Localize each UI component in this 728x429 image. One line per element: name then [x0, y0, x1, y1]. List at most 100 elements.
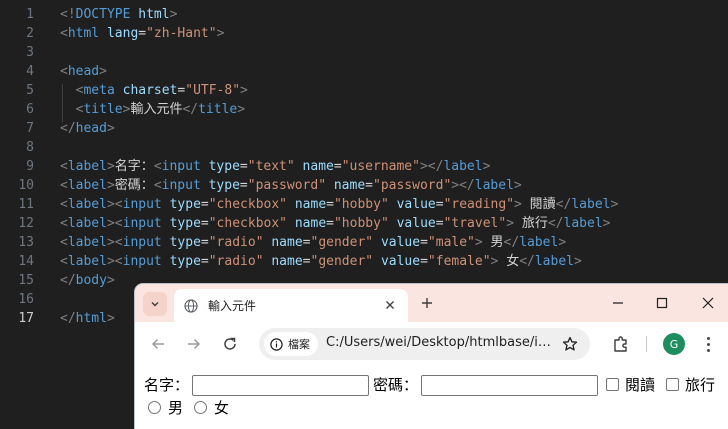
url-text[interactable]: C:/Users/wei/Desktop/htmlbase/index.html	[326, 335, 558, 350]
code-token: =	[435, 216, 444, 231]
code-line[interactable]: 9 <label>名字：<input type="text" name="user…	[0, 157, 728, 176]
code-token: value	[380, 254, 421, 269]
radio-female[interactable]	[194, 401, 207, 414]
site-info-button[interactable]: 檔案	[264, 332, 318, 356]
tab-title: 輸入元件	[208, 299, 257, 313]
code-text: <!DOCTYPE html>	[60, 5, 177, 24]
code-text: </head>	[60, 119, 115, 138]
reload-button[interactable]	[220, 334, 240, 354]
new-tab-button[interactable]	[417, 293, 437, 313]
code-line[interactable]: 14 <label><input type="radio" name="gende…	[0, 252, 728, 271]
browser-toolbar: 檔案 C:/Users/wei/Desktop/htmlbase/index.h…	[135, 322, 728, 366]
username-input[interactable]	[192, 375, 369, 396]
code-token: 男	[482, 235, 504, 250]
code-token: "radio"	[208, 254, 264, 269]
checkbox-reading[interactable]	[606, 378, 619, 391]
code-token: "zh-Hant"	[146, 26, 217, 41]
radio-male[interactable]	[148, 401, 161, 414]
maximize-button[interactable]	[651, 293, 673, 313]
address-bar[interactable]: 檔案 C:/Users/wei/Desktop/htmlbase/index.h…	[259, 328, 590, 360]
code-token: "password"	[247, 178, 327, 193]
code-line[interactable]: 10 <label>密碼：<input type="password" name=…	[0, 176, 728, 195]
line-number: 14	[18, 254, 34, 269]
password-input[interactable]	[421, 375, 598, 396]
code-token: name	[302, 159, 334, 174]
close-window-button[interactable]	[697, 293, 719, 313]
code-line[interactable]: 13 <label><input type="radio" name="gende…	[0, 233, 728, 252]
code-token: </	[555, 197, 572, 212]
code-token: <!	[60, 7, 76, 22]
username-label: 名字：	[144, 376, 190, 394]
plus-icon	[422, 298, 432, 308]
code-token: >	[506, 216, 515, 231]
code-line[interactable]: 2 <html lang="zh-Hant">	[0, 24, 728, 43]
tab-close-button[interactable]	[382, 297, 398, 313]
code-token: <	[60, 216, 68, 231]
code-token: "password"	[373, 178, 452, 193]
code-token: type	[169, 235, 201, 250]
code-token: =	[420, 254, 428, 269]
code-token: head	[67, 64, 100, 79]
code-token: >	[610, 197, 619, 212]
code-token: ><	[106, 254, 123, 269]
code-token: title	[83, 102, 123, 117]
code-line[interactable]: 11 <label><input type="checkbox" name="ho…	[0, 195, 728, 214]
code-token: name	[333, 178, 366, 193]
active-tab[interactable]: 輸入元件	[174, 289, 408, 322]
code-token: <	[60, 235, 68, 250]
code-token: >	[106, 311, 115, 326]
code-text: </html>	[60, 309, 115, 328]
close-icon	[702, 297, 714, 309]
code-token: label	[67, 235, 107, 250]
code-token: =	[138, 26, 147, 41]
more-vertical-icon[interactable]	[703, 333, 713, 355]
code-token: ><	[106, 216, 123, 231]
arrow-left-icon	[151, 338, 164, 350]
code-token: html	[75, 311, 107, 326]
code-token: <	[153, 159, 162, 174]
code-token: "radio"	[208, 235, 264, 250]
checkbox-travel[interactable]	[666, 378, 679, 391]
code-token: label	[67, 178, 107, 193]
code-token: >	[237, 102, 246, 117]
maximize-icon	[656, 297, 668, 309]
code-line[interactable]: 4 <head>	[0, 62, 728, 81]
puzzle-icon[interactable]	[611, 334, 631, 354]
tab-search-button[interactable]	[143, 292, 167, 316]
code-token: =	[420, 235, 428, 250]
code-token: "travel"	[443, 216, 507, 231]
code-token: "reading"	[443, 197, 515, 212]
back-button[interactable]	[148, 334, 168, 354]
code-line[interactable]: 6 <title>輸入元件</title>	[0, 100, 728, 119]
code-token: 女	[498, 254, 520, 269]
code-token: "female"	[427, 254, 491, 269]
code-token: >	[106, 178, 115, 193]
code-text: <label><input type="radio" name="gender"…	[60, 252, 582, 271]
code-token: </	[60, 311, 76, 326]
code-line[interactable]: 12 <label><input type="checkbox" name="ho…	[0, 214, 728, 233]
code-line[interactable]: 8	[0, 138, 728, 157]
code-token: 閱讀	[521, 197, 556, 212]
code-line[interactable]: 5 <meta charset="UTF-8">	[0, 81, 728, 100]
minimize-button[interactable]	[607, 293, 629, 313]
code-token: "UTF-8"	[185, 83, 241, 98]
code-line[interactable]: 1 <!DOCTYPE html>	[0, 5, 728, 24]
profile-avatar[interactable]: G	[663, 333, 685, 355]
line-number: 16	[18, 292, 34, 307]
code-token: =	[435, 197, 444, 212]
code-token: </	[60, 121, 76, 136]
bookmark-button[interactable]	[561, 335, 579, 353]
forward-button[interactable]	[184, 334, 204, 354]
line-number: 8	[26, 140, 34, 155]
code-line[interactable]: 7 </head>	[0, 119, 728, 138]
code-line[interactable]: 3	[0, 43, 728, 62]
code-token: >	[602, 216, 611, 231]
